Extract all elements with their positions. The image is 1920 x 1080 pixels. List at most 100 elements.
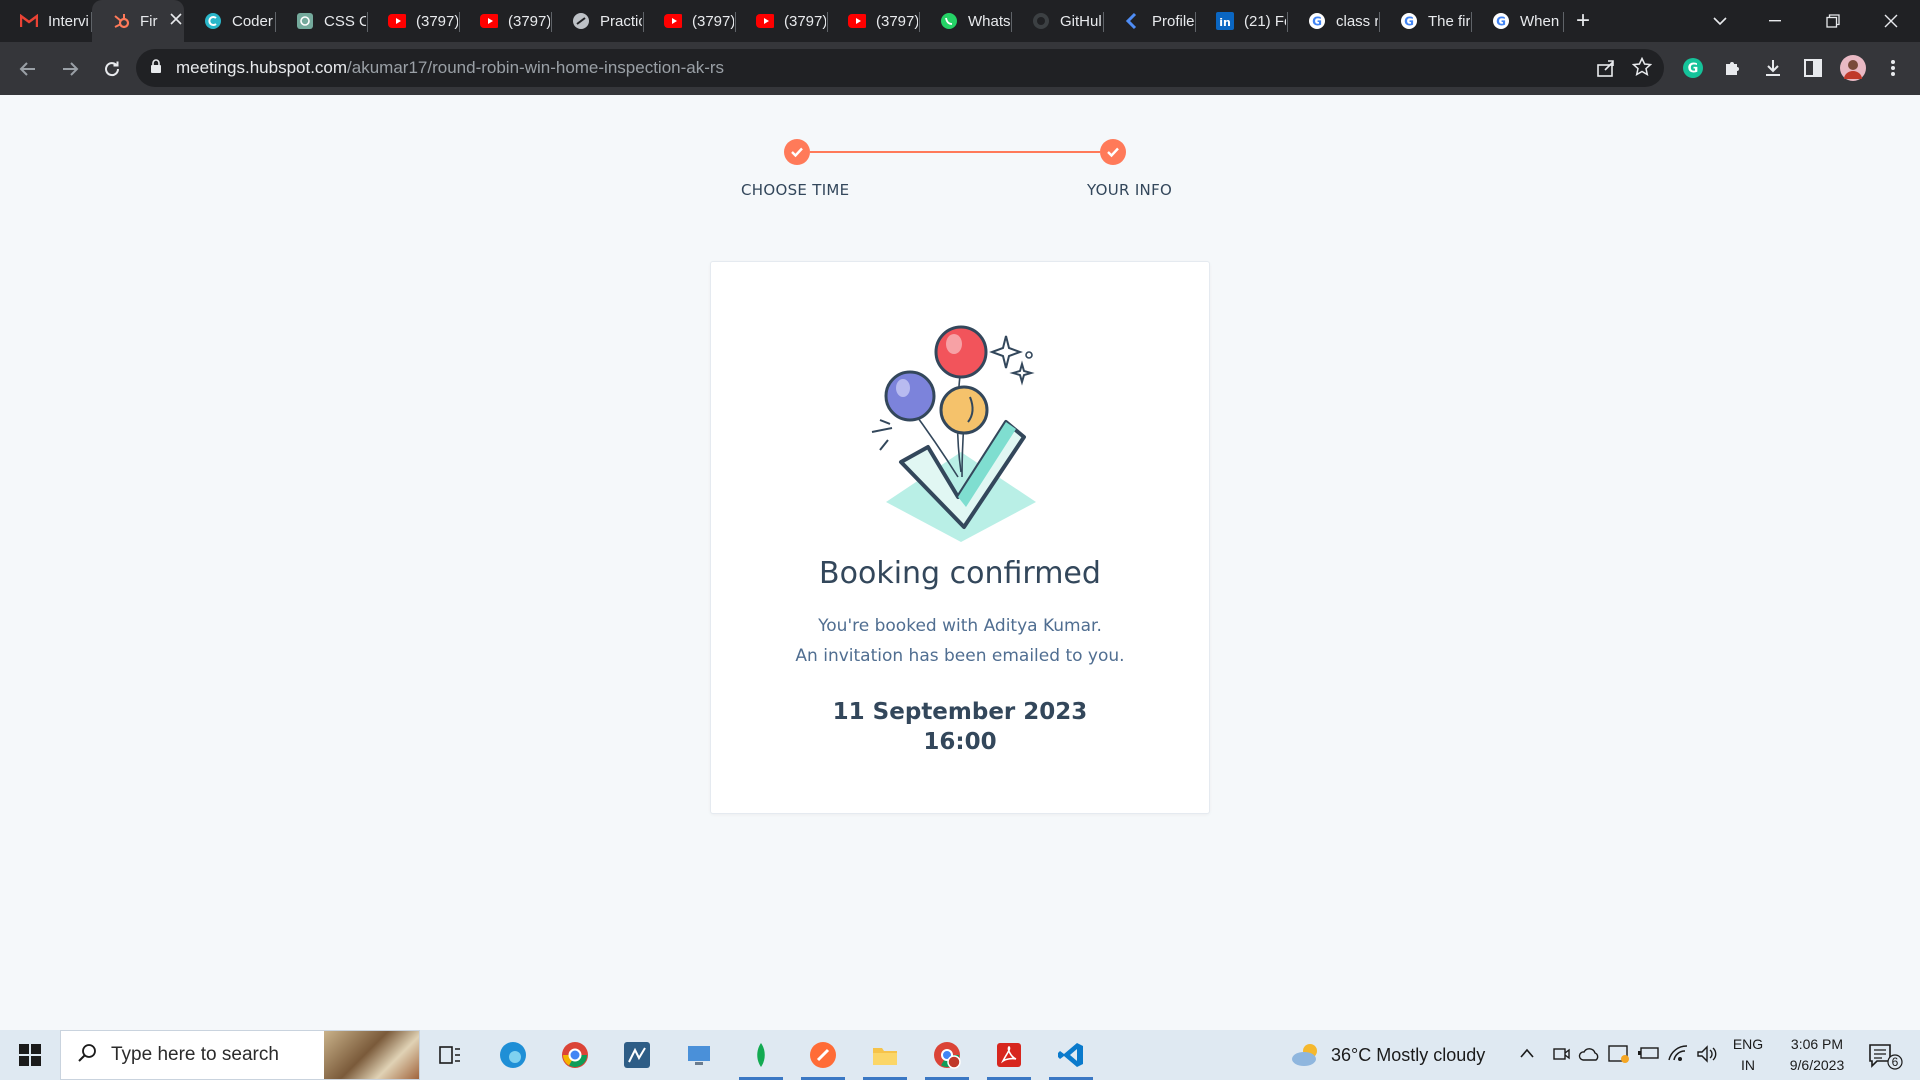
progress-line xyxy=(810,151,1100,153)
svg-text:G: G xyxy=(1688,62,1699,77)
minimize-icon[interactable] xyxy=(1752,0,1798,42)
browser-tab[interactable]: Whats xyxy=(920,0,1012,42)
reload-icon[interactable] xyxy=(92,49,132,89)
step-choose-time-check-icon xyxy=(784,139,810,165)
hubspot-icon xyxy=(112,12,130,30)
battery-icon[interactable] xyxy=(1638,1046,1660,1065)
booking-confirmed-title: Booking confirmed xyxy=(819,556,1101,591)
browser-tab[interactable]: CSS C xyxy=(276,0,368,42)
extensions-icon[interactable] xyxy=(1718,53,1748,83)
tab-title: Fir xyxy=(140,12,158,30)
tab-title: class r xyxy=(1336,12,1378,30)
back-icon[interactable] xyxy=(8,49,48,89)
wifi-icon[interactable] xyxy=(1667,1044,1689,1067)
browser-tab[interactable]: (3797) xyxy=(828,0,920,42)
coder-icon xyxy=(204,12,222,30)
browser-tab[interactable]: in (21) Fe xyxy=(1196,0,1288,42)
volume-icon[interactable] xyxy=(1696,1045,1718,1068)
download-icon[interactable] xyxy=(1758,53,1788,83)
browser-tab[interactable]: Intervi xyxy=(0,0,92,42)
notification-count: 6 xyxy=(1891,1055,1899,1069)
browser-tab[interactable]: Practic xyxy=(552,0,644,42)
tray-overflow-icon[interactable] xyxy=(1519,1046,1535,1064)
avatar[interactable] xyxy=(1838,53,1868,83)
chrome-profile-icon[interactable] xyxy=(919,1030,975,1080)
chrome-icon[interactable] xyxy=(547,1030,603,1080)
tab-title: Whats xyxy=(968,12,1010,30)
tab-title: (3797) xyxy=(876,12,918,30)
close-window-icon[interactable] xyxy=(1866,0,1916,42)
search-icon xyxy=(77,1043,97,1068)
svg-text:in: in xyxy=(1219,16,1231,29)
mongodb-compass-icon[interactable] xyxy=(733,1030,789,1080)
vscode-icon[interactable] xyxy=(1043,1030,1099,1080)
weather-text[interactable]: 36°C Mostly cloudy xyxy=(1331,1045,1485,1066)
browser-tab[interactable]: Coder xyxy=(184,0,276,42)
tab-title: (3797) xyxy=(508,12,550,30)
postman-icon[interactable] xyxy=(795,1030,851,1080)
side-panel-icon[interactable] xyxy=(1798,53,1828,83)
tab-title: When xyxy=(1520,12,1560,30)
forward-icon[interactable] xyxy=(50,49,90,89)
alert-app-icon[interactable] xyxy=(1608,1044,1630,1069)
browser-tab[interactable]: (3797) xyxy=(644,0,736,42)
grammarly-icon[interactable]: G xyxy=(1678,53,1708,83)
youtube-icon xyxy=(848,12,866,30)
bookmark-star-icon[interactable] xyxy=(1631,56,1653,82)
mysql-workbench-icon[interactable] xyxy=(609,1030,665,1080)
tab-title: Practic xyxy=(600,12,642,30)
search-highlight-image[interactable] xyxy=(324,1031,419,1079)
profile-icon xyxy=(1124,12,1142,30)
google-icon: G xyxy=(1308,12,1326,30)
step-your-info-check-icon xyxy=(1100,139,1126,165)
windows-taskbar: Type here to search 36°C Mostly cloudy E… xyxy=(0,1030,1920,1080)
clock-date[interactable]: 9/6/2023 xyxy=(1772,1057,1862,1073)
windows-start-icon[interactable] xyxy=(0,1030,60,1080)
whatsapp-icon xyxy=(940,12,958,30)
task-view-icon[interactable] xyxy=(422,1030,478,1080)
tab-separator xyxy=(1563,12,1564,32)
booking-date: 11 September 2023 xyxy=(832,699,1088,725)
browser-tab[interactable]: (3797) xyxy=(736,0,828,42)
menu-dots-icon[interactable] xyxy=(1878,53,1908,83)
tab-search-icon[interactable] xyxy=(1702,0,1738,42)
page-content: CHOOSE TIME YOUR INFO Booking confirmed … xyxy=(0,95,1920,1030)
weather-cloud-icon[interactable] xyxy=(1290,1042,1322,1073)
browser-tab[interactable]: G When xyxy=(1472,0,1564,42)
new-tab-button[interactable]: + xyxy=(1576,7,1590,35)
language-indicator-bottom[interactable]: IN xyxy=(1730,1057,1766,1073)
url-text[interactable]: meetings.hubspot.com/akumar17/round-robi… xyxy=(176,58,724,78)
onedrive-icon[interactable] xyxy=(1578,1046,1600,1067)
google-icon: G xyxy=(1492,12,1510,30)
browser-toolbar: meetings.hubspot.com/akumar17/round-robi… xyxy=(0,42,1920,95)
notification-center-icon[interactable]: 6 xyxy=(1868,1042,1904,1075)
share-icon[interactable] xyxy=(1596,58,1616,83)
invitation-text: An invitation has been emailed to you. xyxy=(795,646,1125,666)
browser-tab[interactable]: (3797) xyxy=(368,0,460,42)
booking-progress: CHOOSE TIME YOUR INFO xyxy=(730,139,1190,209)
address-bar[interactable]: meetings.hubspot.com/akumar17/round-robi… xyxy=(136,49,1664,87)
browser-tab[interactable]: G The fir xyxy=(1380,0,1472,42)
browser-tab[interactable]: Profile xyxy=(1104,0,1196,42)
language-indicator-top[interactable]: ENG xyxy=(1730,1036,1766,1052)
browser-tab[interactable]: Gclass r xyxy=(1288,0,1380,42)
linkedin-icon: in xyxy=(1216,12,1234,30)
meet-now-icon[interactable] xyxy=(1552,1045,1570,1068)
taskbar-search-input[interactable]: Type here to search xyxy=(60,1030,420,1080)
browser-tab[interactable]: GitHul xyxy=(1012,0,1104,42)
clock-time[interactable]: 3:06 PM xyxy=(1772,1036,1862,1052)
remote-desktop-icon[interactable] xyxy=(671,1030,727,1080)
file-explorer-icon[interactable] xyxy=(857,1030,913,1080)
tab-title: Coder xyxy=(232,12,273,30)
tab-title: GitHul xyxy=(1060,12,1102,30)
tab-title: Profile xyxy=(1152,12,1194,30)
browser-tab[interactable]: (3797) xyxy=(460,0,552,42)
tab-strip: Intervi Fir Coder CSS C (3797) (3797) Practic (… xyxy=(0,0,1920,42)
tab-active[interactable]: Fir xyxy=(92,0,184,42)
close-tab-icon[interactable] xyxy=(170,12,182,30)
restore-icon[interactable] xyxy=(1810,0,1856,42)
lock-icon[interactable] xyxy=(150,58,162,78)
edge-icon[interactable] xyxy=(485,1030,541,1080)
acrobat-reader-icon[interactable] xyxy=(981,1030,1037,1080)
step-label-your-info: YOUR INFO xyxy=(1087,181,1173,199)
